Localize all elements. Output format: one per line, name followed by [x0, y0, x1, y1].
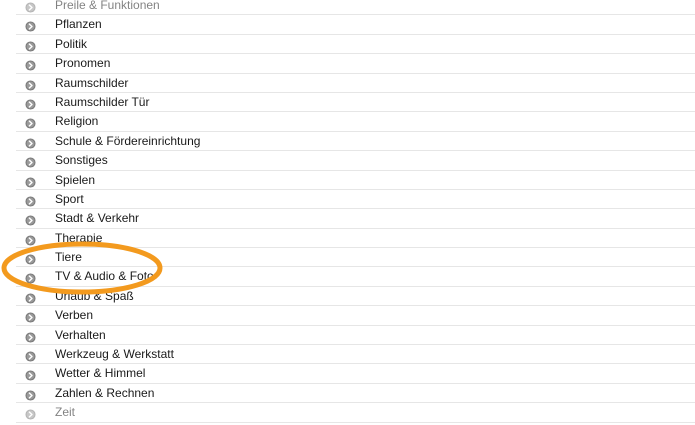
list-item-label: Therapie: [55, 230, 103, 245]
list-item-label: Spielen: [55, 172, 96, 187]
list-item-label: Stadt & Verkehr: [55, 211, 140, 226]
chevron-right-circle-icon: [25, 136, 36, 149]
chevron-right-circle-icon: [25, 116, 36, 129]
list-item-label: Raumschilder: [55, 75, 129, 90]
list-item-label: Zahlen & Rechnen: [55, 385, 155, 400]
list-item[interactable]: Sonstiges: [16, 151, 695, 171]
chevron-right-circle-icon: [25, 213, 36, 226]
chevron-right-circle-icon: [25, 330, 36, 343]
list-item-label: Sport: [55, 191, 84, 206]
list-item[interactable]: Therapie: [16, 229, 695, 249]
chevron-right-circle-icon: [25, 368, 36, 381]
list-item[interactable]: Zeit: [16, 403, 695, 423]
list-item[interactable]: Urlaub & Spaß: [16, 287, 695, 307]
list-item[interactable]: Pflanzen: [16, 15, 695, 35]
list-item[interactable]: Raumschilder Tür: [16, 93, 695, 113]
chevron-right-circle-icon: [25, 407, 36, 420]
list-item-label: Zeit: [55, 405, 76, 420]
list-item-label: Sonstiges: [55, 153, 108, 168]
chevron-right-circle-icon: [25, 252, 36, 265]
chevron-right-circle-icon: [25, 97, 36, 110]
list-item[interactable]: Wetter & Himmel: [16, 364, 695, 384]
list-item[interactable]: Spielen: [16, 171, 695, 190]
list-item[interactable]: Religion: [16, 112, 695, 132]
chevron-right-circle-icon: [25, 39, 36, 52]
list-item-label: Werkzeug & Werkstatt: [55, 347, 174, 362]
list-item[interactable]: Pronomen: [16, 54, 695, 74]
list-item[interactable]: Politik: [16, 35, 695, 55]
list-item[interactable]: Zahlen & Rechnen: [16, 384, 695, 404]
list-item-label: Verben: [55, 308, 94, 323]
list-item[interactable]: Sport: [16, 190, 695, 210]
list-item[interactable]: Verhalten: [16, 326, 695, 346]
list-item-label: Tiere: [55, 250, 82, 265]
list-item[interactable]: Tiere: [16, 248, 695, 268]
chevron-right-circle-icon: [25, 58, 36, 71]
list-item-label: Raumschilder Tür: [55, 94, 150, 109]
list-item-label: Wetter & Himmel: [55, 366, 146, 381]
category-list-screen: Preile & Funktionen Pflanzen Politik Pronom…: [0, 0, 695, 425]
list-item[interactable]: Raumschilder: [16, 74, 695, 93]
list-item-label: Verhalten: [55, 327, 106, 342]
list-item[interactable]: TV & Audio & Foto: [16, 267, 695, 287]
chevron-right-circle-icon: [25, 349, 36, 362]
category-list: Preile & Funktionen Pflanzen Politik Pronom…: [0, 0, 695, 423]
chevron-right-circle-icon: [25, 291, 36, 304]
list-item-label: Politik: [55, 36, 88, 51]
chevron-right-circle-icon: [25, 175, 36, 188]
chevron-right-circle-icon: [25, 388, 36, 401]
chevron-right-circle-icon: [25, 194, 36, 207]
list-item[interactable]: Verben: [16, 306, 695, 326]
list-item-label: Pronomen: [55, 56, 111, 71]
list-item[interactable]: Schule & Fördereinrichtung: [16, 132, 695, 152]
list-item-label: TV & Audio & Foto: [55, 269, 154, 284]
chevron-right-circle-icon: [25, 78, 36, 91]
list-item-label: Urlaub & Spaß: [55, 288, 134, 303]
chevron-right-circle-icon: [25, 0, 36, 13]
list-item-label: Religion: [55, 114, 99, 129]
list-item[interactable]: Stadt & Verkehr: [16, 209, 695, 229]
chevron-right-circle-icon: [25, 271, 36, 285]
list-item-label: Schule & Fördereinrichtung: [55, 133, 201, 148]
chevron-right-circle-icon: [25, 155, 36, 168]
chevron-right-circle-icon: [25, 310, 36, 323]
chevron-right-circle-icon: [25, 233, 36, 246]
list-item-label: Preile & Funktionen: [55, 0, 160, 12]
list-item[interactable]: Preile & Funktionen: [16, 0, 695, 16]
list-item[interactable]: Werkzeug & Werkstatt: [16, 345, 695, 365]
chevron-right-circle-icon: [25, 19, 36, 32]
list-item-label: Pflanzen: [55, 17, 102, 32]
